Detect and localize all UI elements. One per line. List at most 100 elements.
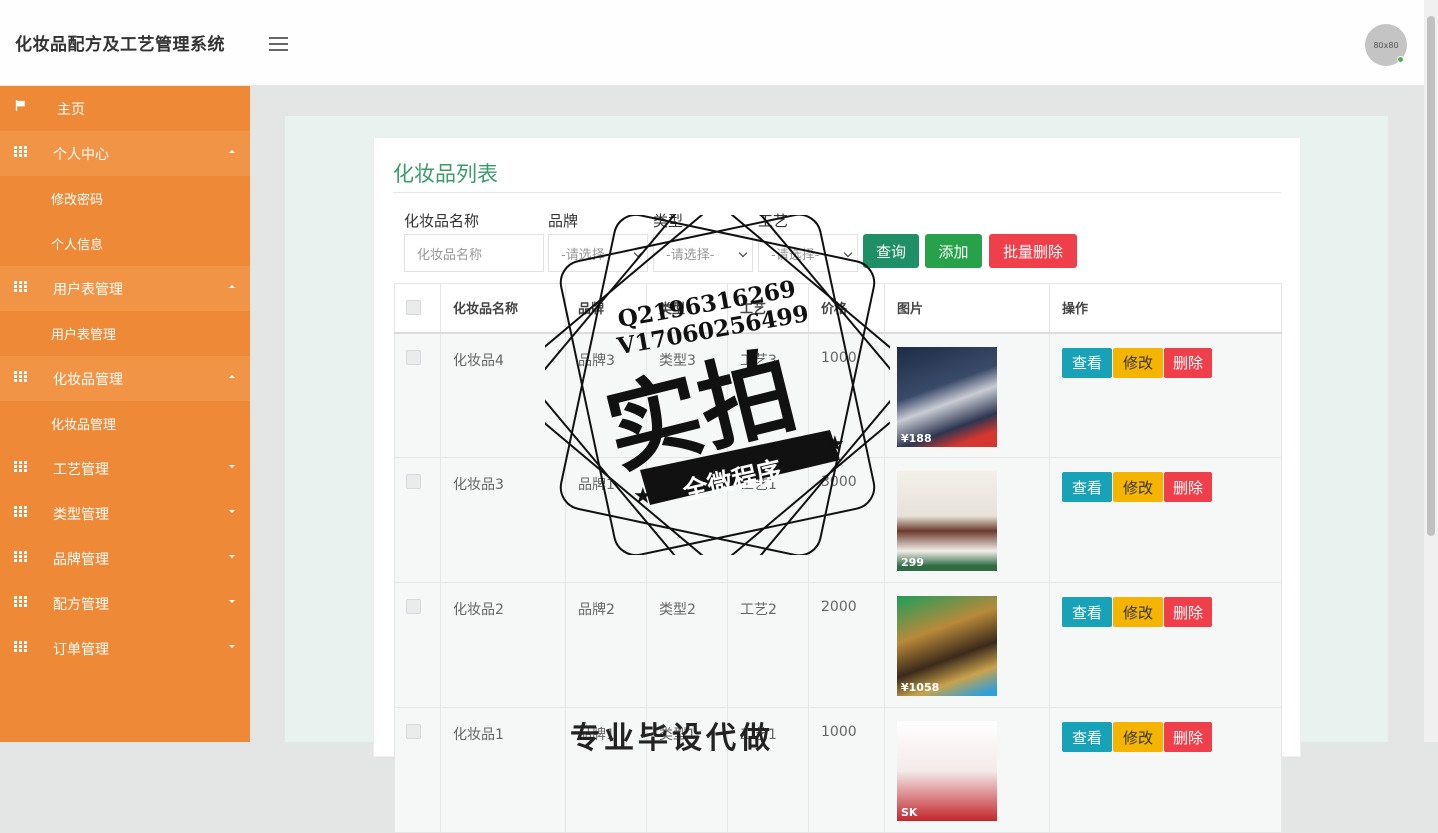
cell-brand: 品牌3 <box>565 332 647 458</box>
column-header[interactable]: 类型 <box>646 283 728 334</box>
scrollbar-thumb[interactable] <box>1427 16 1435 536</box>
sidebar-group-label: 类型管理 <box>53 506 109 523</box>
product-thumbnail[interactable]: ¥1058 <box>897 596 997 696</box>
sidebar-group-label: 配方管理 <box>53 596 109 613</box>
search-button[interactable]: 查询 <box>863 234 919 268</box>
table-header-row: 化妆品名称 品牌 类型 工艺 价格 图片 操作 <box>394 283 1282 334</box>
cell-image: ¥1058 <box>884 582 1050 708</box>
cell-name: 化妆品3 <box>440 457 566 583</box>
delete-button[interactable]: 删除 <box>1164 722 1212 752</box>
craft-filter-label: 工艺 <box>758 212 789 230</box>
select-all-cell <box>394 283 441 334</box>
delete-button[interactable]: 删除 <box>1164 597 1212 627</box>
sidebar-group-label: 订单管理 <box>53 641 109 658</box>
edit-button[interactable]: 修改 <box>1113 597 1163 627</box>
sidebar-item-home[interactable]: 主页 <box>0 86 250 131</box>
sidebar-group-label: 个人中心 <box>53 146 109 163</box>
product-thumbnail[interactable]: 299 <box>897 471 997 571</box>
online-status-dot <box>1397 56 1404 63</box>
page-scrollbar[interactable] <box>1424 0 1438 742</box>
name-filter-label: 化妆品名称 <box>404 212 480 230</box>
row-checkbox[interactable] <box>406 474 421 489</box>
sidebar-group-7[interactable]: 订单管理 <box>0 626 250 671</box>
delete-button[interactable]: 删除 <box>1164 347 1212 378</box>
sidebar-group-3[interactable]: 工艺管理 <box>0 446 250 491</box>
sidebar-group-label: 品牌管理 <box>53 551 109 568</box>
top-header: 化妆品配方及工艺管理系统 80x80 <box>0 0 1424 86</box>
column-header[interactable]: 价格 <box>808 283 885 334</box>
table-row[interactable]: 化妆品4 品牌3 类型3 工艺3 1000 ¥188 查看 修改 删除 <box>394 332 1282 458</box>
thumbnail-price: ¥1058 <box>901 681 940 694</box>
edit-button[interactable]: 修改 <box>1113 347 1163 378</box>
thumbnail-price: 299 <box>901 556 924 569</box>
cell-actions: 查看 修改 删除 <box>1049 332 1282 458</box>
table-row[interactable]: 化妆品1 品牌1 类型1 工艺1 1000 SK 查看 修改 删除 <box>394 707 1282 833</box>
sidebar-group-2[interactable]: 化妆品管理 <box>0 356 250 401</box>
caret-down-icon <box>229 555 235 558</box>
row-checkbox[interactable] <box>406 599 421 614</box>
type-select[interactable]: -请选择- <box>653 234 753 272</box>
column-header[interactable]: 化妆品名称 <box>440 283 566 334</box>
sidebar-subitem[interactable]: 修改密码 <box>0 176 250 221</box>
column-header: 图片 <box>884 283 1050 334</box>
select-all-checkbox[interactable] <box>406 300 421 316</box>
row-select-cell <box>394 582 441 708</box>
list-card: 化妆品列表 化妆品名称 化妆品名称 品牌 -请选择- 类型 -请选择- 工艺 -… <box>373 137 1301 833</box>
sidebar-group-0[interactable]: 个人中心 <box>0 131 250 176</box>
chevron-down-icon <box>843 248 853 258</box>
cell-price: 2000 <box>808 582 885 708</box>
sidebar-subitem[interactable]: 用户表管理 <box>0 311 250 356</box>
table-row[interactable]: 化妆品2 品牌2 类型2 工艺2 2000 ¥1058 查看 修改 删除 <box>394 582 1282 708</box>
table-row[interactable]: 化妆品3 品牌1 类型1 工艺1 3000 299 查看 修改 删除 <box>394 457 1282 583</box>
cell-type: 类型3 <box>646 332 728 458</box>
grid-icon <box>14 596 27 607</box>
avatar[interactable]: 80x80 <box>1365 24 1407 66</box>
cell-image: ¥188 <box>884 332 1050 458</box>
page-title: 化妆品列表 <box>393 162 498 186</box>
sidebar-subitem[interactable]: 个人信息 <box>0 221 250 266</box>
edit-button[interactable]: 修改 <box>1113 472 1163 502</box>
cell-craft: 工艺2 <box>727 582 809 708</box>
grid-icon <box>14 281 27 292</box>
view-button[interactable]: 查看 <box>1062 722 1112 752</box>
add-button[interactable]: 添加 <box>925 234 982 268</box>
divider <box>393 192 1281 193</box>
sidebar-group-1[interactable]: 用户表管理 <box>0 266 250 311</box>
caret-up-icon <box>229 375 235 378</box>
cell-price: 1000 <box>808 707 885 833</box>
batch-delete-button[interactable]: 批量删除 <box>989 234 1077 268</box>
watermark-bottom-text: 专业毕设代做 <box>570 721 774 756</box>
craft-select-value: -请选择- <box>771 247 820 263</box>
sidebar-group-label: 用户表管理 <box>53 281 123 298</box>
grid-icon <box>14 551 27 562</box>
column-header[interactable]: 品牌 <box>565 283 647 334</box>
sidebar-subitem[interactable]: 化妆品管理 <box>0 401 250 446</box>
cell-type: 类型2 <box>646 582 728 708</box>
row-checkbox[interactable] <box>406 724 421 739</box>
row-select-cell <box>394 332 441 458</box>
view-button[interactable]: 查看 <box>1062 597 1112 627</box>
cell-name: 化妆品4 <box>440 332 566 458</box>
sidebar-group-5[interactable]: 品牌管理 <box>0 536 250 581</box>
caret-up-icon <box>229 285 235 288</box>
brand-select[interactable]: -请选择- <box>548 234 648 272</box>
cell-craft: 工艺1 <box>727 457 809 583</box>
name-search-input[interactable]: 化妆品名称 <box>404 234 544 272</box>
column-header[interactable]: 工艺 <box>727 283 809 334</box>
sidebar-group-6[interactable]: 配方管理 <box>0 581 250 626</box>
view-button[interactable]: 查看 <box>1062 472 1112 502</box>
product-thumbnail[interactable]: SK <box>897 721 997 821</box>
sidebar-group-label: 工艺管理 <box>53 461 109 478</box>
sidebar: 主页 个人中心 修改密码 个人信息 用户表管理 用户表管理 化妆品管理 化妆品管理 工艺管理类… <box>0 86 250 742</box>
sidebar-group-4[interactable]: 类型管理 <box>0 491 250 536</box>
cell-name: 化妆品1 <box>440 707 566 833</box>
row-checkbox[interactable] <box>406 349 421 365</box>
craft-select[interactable]: -请选择- <box>758 234 858 272</box>
product-thumbnail[interactable]: ¥188 <box>897 346 997 447</box>
menu-toggle-icon[interactable] <box>269 37 288 51</box>
delete-button[interactable]: 删除 <box>1164 472 1212 502</box>
edit-button[interactable]: 修改 <box>1113 722 1163 752</box>
sidebar-item-label: 主页 <box>57 101 85 118</box>
cell-type: 类型1 <box>646 457 728 583</box>
view-button[interactable]: 查看 <box>1062 347 1112 378</box>
